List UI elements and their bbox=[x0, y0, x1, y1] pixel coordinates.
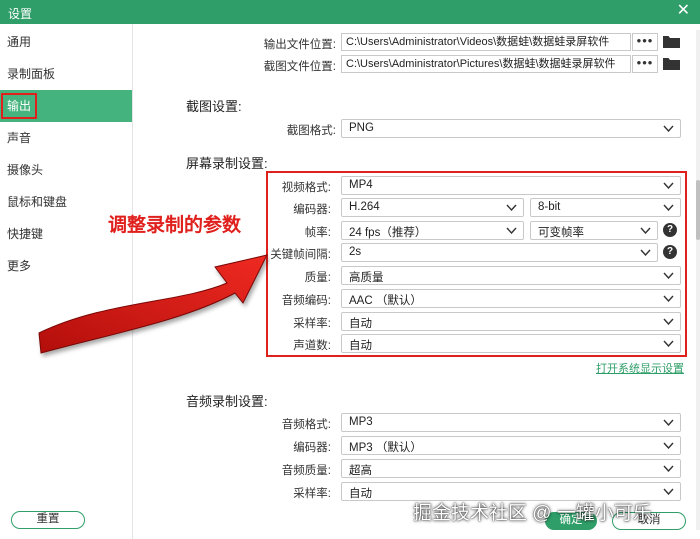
screenshot-format-label: 截图格式: bbox=[286, 125, 336, 137]
select-value: 自动 bbox=[349, 488, 372, 500]
reset-button[interactable]: 重置 bbox=[11, 511, 85, 529]
chevron-down-icon bbox=[663, 442, 674, 449]
select-value: 超高 bbox=[349, 465, 372, 477]
screen-recording-heading: 屏幕录制设置: bbox=[186, 156, 268, 171]
folder-icon[interactable] bbox=[661, 55, 683, 73]
annotation-arrow-icon bbox=[38, 254, 268, 354]
screenshot-folder-browse-button[interactable]: ••• bbox=[632, 55, 658, 73]
scrollbar-thumb[interactable] bbox=[696, 180, 700, 240]
audio-recording-heading: 音频录制设置: bbox=[186, 394, 268, 409]
sidebar-item-general[interactable]: 通用 bbox=[0, 26, 132, 58]
video-folder-browse-button[interactable]: ••• bbox=[632, 33, 658, 51]
audio-sample-rate-label: 采样率: bbox=[293, 488, 331, 500]
screenshot-format-select[interactable]: PNG bbox=[341, 119, 681, 138]
open-system-display-link[interactable]: 打开系统显示设置 bbox=[596, 360, 684, 376]
sidebar-item-label: 鼠标和键盘 bbox=[7, 195, 68, 209]
sidebar-item-label: 录制面板 bbox=[7, 67, 56, 81]
video-folder-label: 输出文件位置: bbox=[263, 39, 336, 51]
annotation-text: 调整录制的参数 bbox=[108, 215, 242, 236]
window-title: 设置 bbox=[8, 7, 33, 21]
sidebar-item-sound[interactable]: 声音 bbox=[0, 122, 132, 154]
screenshot-settings-heading: 截图设置: bbox=[186, 99, 242, 114]
audio-encoder-label: 编码器: bbox=[293, 442, 331, 454]
audio-format-label: 音频格式: bbox=[281, 419, 331, 431]
watermark-text: 掘金技术社区 @ 一罐小可乐 bbox=[413, 503, 652, 524]
highlight-frame bbox=[266, 171, 687, 357]
sidebar-item-label: 声音 bbox=[7, 131, 32, 145]
chevron-down-icon bbox=[663, 419, 674, 426]
chevron-down-icon bbox=[663, 125, 674, 132]
sidebar-item-output[interactable]: 输出 bbox=[0, 90, 132, 122]
screenshot-folder-path[interactable]: C:\Users\Administrator\Pictures\数据蛙\数据蛙录… bbox=[341, 55, 631, 73]
close-icon[interactable]: ✕ bbox=[677, 2, 690, 20]
screenshot-folder-label: 截图文件位置: bbox=[263, 61, 336, 73]
sidebar-item-label: 更多 bbox=[7, 259, 32, 273]
select-value: PNG bbox=[349, 122, 374, 134]
folder-icon[interactable] bbox=[661, 33, 683, 51]
scrollbar-track[interactable] bbox=[696, 30, 700, 530]
sidebar-item-camera[interactable]: 摄像头 bbox=[0, 154, 132, 186]
sidebar-item-recording-panel[interactable]: 录制面板 bbox=[0, 58, 132, 90]
audio-quality-label: 音频质量: bbox=[281, 465, 331, 477]
sidebar-item-label: 通用 bbox=[7, 35, 32, 49]
video-folder-path[interactable]: C:\Users\Administrator\Videos\数据蛙\数据蛙录屏软… bbox=[341, 33, 631, 51]
select-value: MP3 （默认） bbox=[349, 442, 422, 454]
sidebar-item-label: 快捷键 bbox=[7, 227, 44, 241]
chevron-down-icon bbox=[663, 465, 674, 472]
select-value: MP3 bbox=[349, 416, 373, 428]
chevron-down-icon bbox=[663, 488, 674, 495]
sidebar-item-label: 摄像头 bbox=[7, 163, 44, 177]
sidebar-item-label: 输出 bbox=[0, 93, 38, 119]
audio-quality-select[interactable]: 超高 bbox=[341, 459, 681, 478]
audio-format-select[interactable]: MP3 bbox=[341, 413, 681, 432]
title-bar: 设置 ✕ bbox=[0, 0, 700, 24]
audio-encoder-select[interactable]: MP3 （默认） bbox=[341, 436, 681, 455]
